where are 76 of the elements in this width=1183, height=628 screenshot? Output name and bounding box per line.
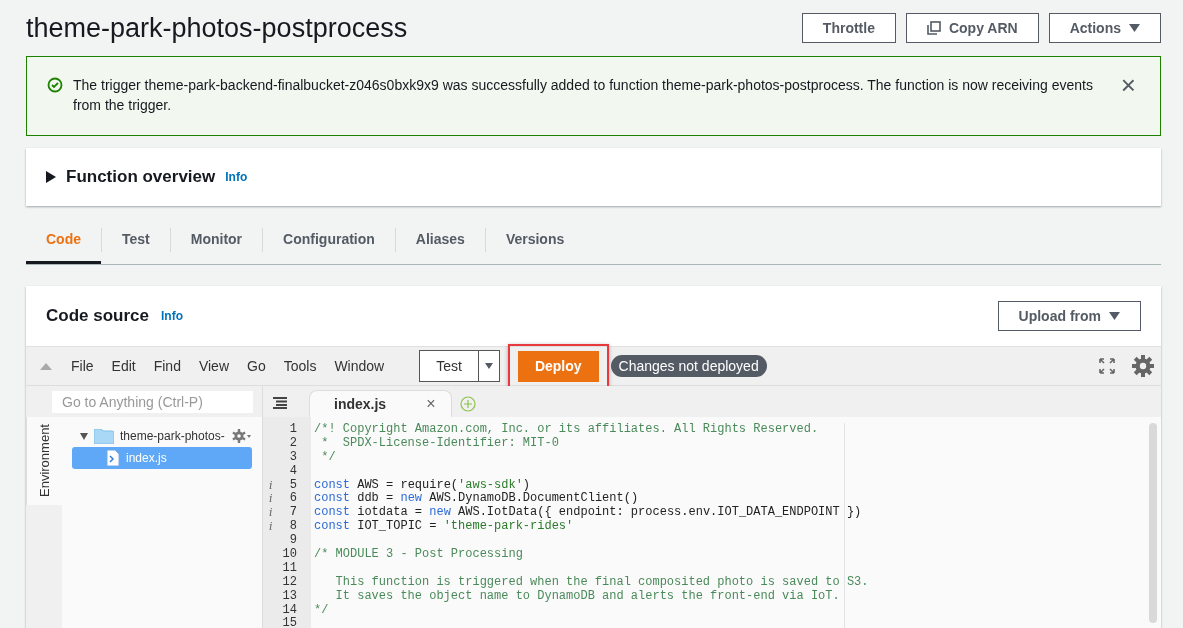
file-name: theme-park-photos-	[120, 429, 226, 443]
tab-label: index.js	[334, 396, 387, 412]
caret-icon	[1129, 24, 1140, 32]
page-title: theme-park-photos-postprocess	[26, 12, 408, 44]
line-number: 11	[282, 561, 297, 576]
info-link[interactable]: Info	[225, 170, 248, 184]
file-icon	[106, 450, 120, 466]
search-field[interactable]: Go to Anything (Ctrl-P)	[52, 390, 253, 413]
menu-item[interactable]: Tools	[274, 358, 326, 374]
line-number: 9	[289, 534, 297, 548]
section-title: Function overview	[66, 167, 216, 187]
hint-marker: i	[269, 492, 273, 506]
info-link[interactable]: Info	[161, 309, 183, 323]
line-number: 2	[289, 436, 297, 451]
tab[interactable]: Configuration	[263, 216, 395, 264]
fullscreen-icon[interactable]	[1099, 358, 1115, 374]
menu-item[interactable]: File	[62, 358, 103, 374]
folder-icon	[94, 428, 114, 444]
actions-button[interactable]: Actions	[1048, 13, 1161, 43]
code-line: const iotdata = new AWS.IotData({ endpoint: process.env.IOT_DATA_ENDPOINT })	[314, 505, 862, 520]
tab[interactable]: Versions	[485, 216, 585, 264]
code-line: This function is triggered when the final composited photo is saved to S3.	[334, 574, 869, 589]
expand-icon[interactable]	[46, 171, 56, 183]
line-number: 5	[289, 478, 297, 492]
line-number: 13	[282, 589, 297, 604]
throttle-button[interactable]: Throttle	[801, 13, 896, 43]
hint-marker: i	[269, 520, 273, 534]
line-number: 10	[282, 548, 297, 562]
tree-item[interactable]: theme-park-photos-	[72, 425, 252, 447]
code-line: */	[320, 449, 336, 464]
line-number: 7	[289, 506, 297, 520]
file-name: index.js	[126, 451, 168, 465]
line-number: 14	[282, 603, 297, 617]
editor-tab[interactable]: index.js ×	[309, 390, 453, 417]
hint-marker: i	[269, 478, 273, 492]
line-number: 15	[282, 617, 297, 628]
gear-icon[interactable]	[232, 429, 252, 443]
tab[interactable]: Monitor	[170, 216, 263, 264]
code-line: */	[314, 602, 329, 617]
menu-item[interactable]: Edit	[102, 358, 145, 374]
code-line: /*! Copyright Amazon.com, Inc. or its affiliates. All Rights Reserved.	[314, 422, 819, 436]
copy-arn-button[interactable]: Copy ARN	[905, 13, 1039, 43]
line-number: 6	[289, 492, 297, 506]
line-number: 8	[289, 520, 297, 534]
copy-icon	[926, 21, 941, 35]
menu-item[interactable]: Window	[325, 358, 394, 374]
code-line: const ddb = new AWS.DynamoDB.DocumentClient()	[314, 491, 639, 506]
line-number: 3	[289, 450, 297, 465]
line-number: 1	[289, 423, 297, 437]
menu-item[interactable]: Go	[238, 358, 275, 374]
success-message: The trigger theme-park-backend-finalbucket-z046s0bxk9x9 was successfully added to function theme-park-photos-postprocess. The function is now receiving events from the trigger.	[73, 76, 1094, 115]
upload-button[interactable]: Upload from	[997, 301, 1141, 331]
section-title: Code source	[46, 306, 149, 326]
code-line: It saves the object name to DynamoDB and alerts the front-end via IoT.	[334, 588, 840, 603]
menu-item[interactable]: View	[189, 358, 238, 374]
close-button[interactable]: ×	[1112, 75, 1144, 95]
tab[interactable]: Aliases	[395, 216, 485, 264]
hint-marker: i	[269, 506, 273, 520]
tab[interactable]: Test	[102, 216, 170, 264]
line-number: 4	[289, 464, 297, 479]
scrollbar[interactable]	[1149, 423, 1157, 623]
code-line: * SPDX-License-Identifier: MIT-0	[320, 435, 559, 450]
environment-tab[interactable]: Environment	[26, 417, 62, 505]
code-line: /* MODULE 3 - Post Processing	[314, 547, 523, 561]
code-line: const AWS = require('aws-sdk')	[314, 477, 531, 492]
menu-item[interactable]: Find	[144, 358, 190, 374]
caret-icon	[484, 362, 493, 370]
close-button[interactable]: ×	[426, 395, 436, 413]
status-pill: Changes not deployed	[610, 355, 767, 377]
settings-icon[interactable]	[1131, 354, 1155, 378]
line-number: 12	[282, 575, 297, 590]
expand-icon[interactable]	[80, 432, 88, 440]
code-line: const IOT_TOPIC = 'theme-park-rides'	[314, 519, 574, 534]
list-icon[interactable]	[273, 397, 287, 409]
caret-icon	[1109, 312, 1120, 320]
success-icon	[47, 77, 63, 93]
